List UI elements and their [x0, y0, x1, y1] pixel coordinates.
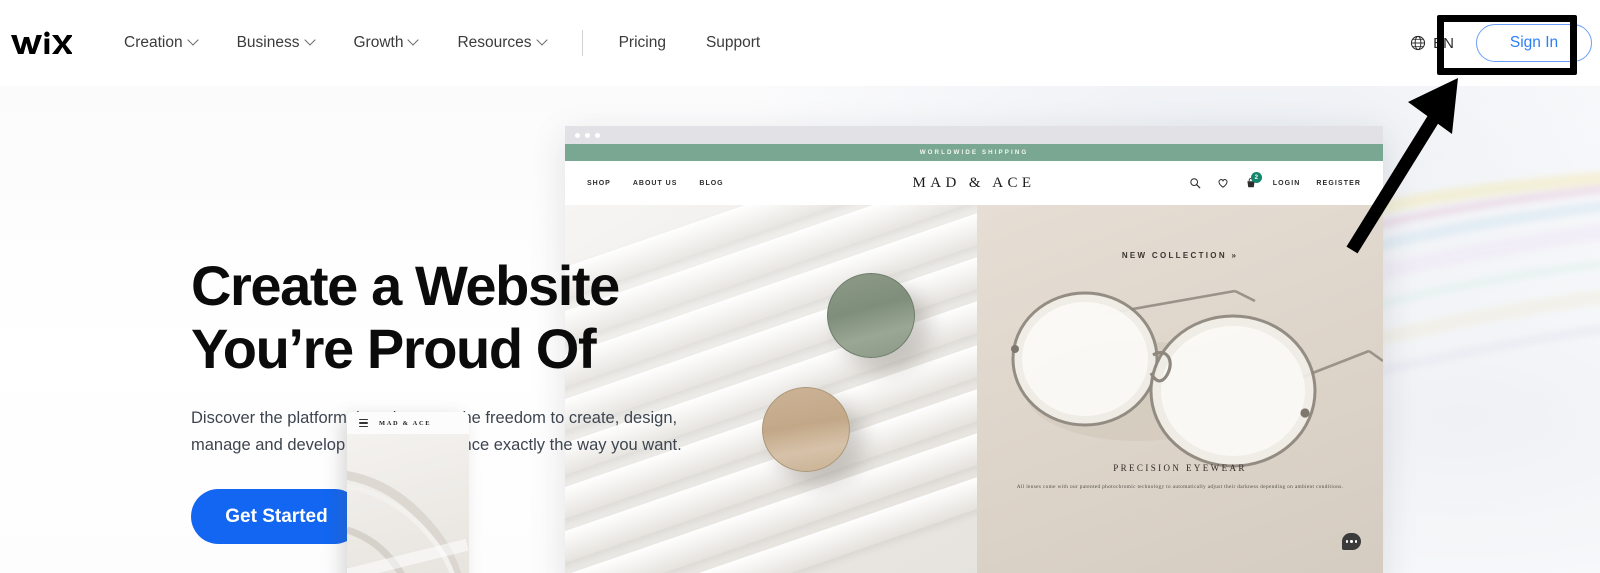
announcement-bar: WORLDWIDE SHIPPING — [565, 144, 1383, 161]
eyeglasses-product-image — [1011, 289, 1383, 468]
mockup-register-link[interactable]: REGISTER — [1316, 180, 1361, 187]
page-title: Create a Website You’re Proud Of — [191, 258, 711, 377]
product-description-line-2: automatically adjust their darkness depe… — [1172, 484, 1344, 490]
nav-item-label: Resources — [457, 34, 532, 51]
nav-item-creation[interactable]: Creation — [104, 23, 217, 63]
sign-in-wrapper: Sign In — [1476, 24, 1592, 62]
new-collection-label: NEW COLLECTION — [1121, 251, 1227, 260]
nav-divider — [581, 30, 583, 56]
chat-bubble-icon[interactable] — [1342, 533, 1361, 550]
mockup-right-panel: NEW COLLECTION » PRECISION EYEWEAR All l… — [977, 205, 1383, 573]
nav-left-group: Creation Business Growth Resources Prici… — [0, 23, 780, 63]
green-lens-product — [827, 273, 915, 358]
tan-lens-product — [762, 387, 850, 472]
browser-dot-icon — [595, 132, 600, 138]
cart-icon[interactable]: 2 — [1245, 172, 1262, 189]
mockup-login-link[interactable]: LOGIN — [1273, 180, 1301, 187]
nav-item-pricing[interactable]: Pricing — [599, 23, 686, 63]
top-navigation-bar: Creation Business Growth Resources Prici… — [0, 0, 1600, 86]
language-label: EN — [1433, 34, 1454, 52]
mockup-site-nav: SHOP ABOUT US BLOG MAD & ACE 2 LOGIN REG… — [565, 161, 1383, 205]
language-selector[interactable]: EN — [1410, 35, 1454, 52]
phone-brand: MAD & ACE — [379, 419, 432, 427]
headline-line-1: Create a Website — [191, 254, 620, 317]
hero-section: Create a Website You’re Proud Of Discove… — [0, 86, 1600, 573]
search-icon[interactable] — [1189, 177, 1201, 189]
nav-item-business[interactable]: Business — [217, 23, 334, 63]
chevron-down-icon — [407, 34, 420, 46]
mockup-nav-actions: 2 LOGIN REGISTER — [1189, 172, 1361, 189]
chevron-down-icon — [303, 34, 316, 46]
nav-item-label: Growth — [353, 34, 404, 51]
chevron-right-icon: » — [1231, 251, 1239, 260]
hamburger-icon[interactable] — [359, 419, 368, 427]
mockup-browser-chrome — [565, 126, 1383, 144]
cart-badge: 2 — [1250, 172, 1262, 183]
product-title: PRECISION EYEWEAR — [1113, 463, 1247, 473]
nav-item-label: Pricing — [618, 34, 666, 51]
nav-item-support[interactable]: Support — [686, 23, 780, 63]
nav-item-growth[interactable]: Growth — [334, 23, 438, 63]
nav-right-group: EN Sign In — [1410, 24, 1600, 62]
get-started-button[interactable]: Get Started — [191, 489, 362, 545]
page-root: Creation Business Growth Resources Prici… — [0, 0, 1600, 573]
heart-icon[interactable] — [1217, 177, 1229, 189]
chevron-down-icon — [535, 34, 548, 46]
primary-nav-items: Creation Business Growth Resources Prici… — [104, 23, 780, 63]
browser-dot-icon — [575, 132, 580, 138]
phone-nav-bar: MAD & ACE — [347, 412, 469, 434]
phone-hero-image — [347, 434, 469, 573]
headline-line-2: You’re Proud Of — [191, 317, 597, 380]
nav-item-resources[interactable]: Resources — [437, 23, 565, 63]
product-description-line-1: All lenses come with our patented photoc… — [1016, 484, 1171, 490]
phone-mockup: MAD & ACE — [347, 412, 469, 573]
wix-logo[interactable] — [10, 26, 72, 60]
nav-item-label: Business — [236, 34, 300, 51]
sign-in-button[interactable]: Sign In — [1476, 24, 1592, 62]
nav-item-label: Creation — [124, 34, 183, 51]
new-collection-link[interactable]: NEW COLLECTION » — [977, 251, 1383, 260]
product-description: All lenses come with our patented photoc… — [1007, 482, 1353, 492]
globe-icon — [1410, 35, 1426, 51]
nav-item-label: Support — [705, 34, 761, 51]
chevron-down-icon — [186, 34, 199, 46]
browser-dot-icon — [585, 132, 590, 138]
